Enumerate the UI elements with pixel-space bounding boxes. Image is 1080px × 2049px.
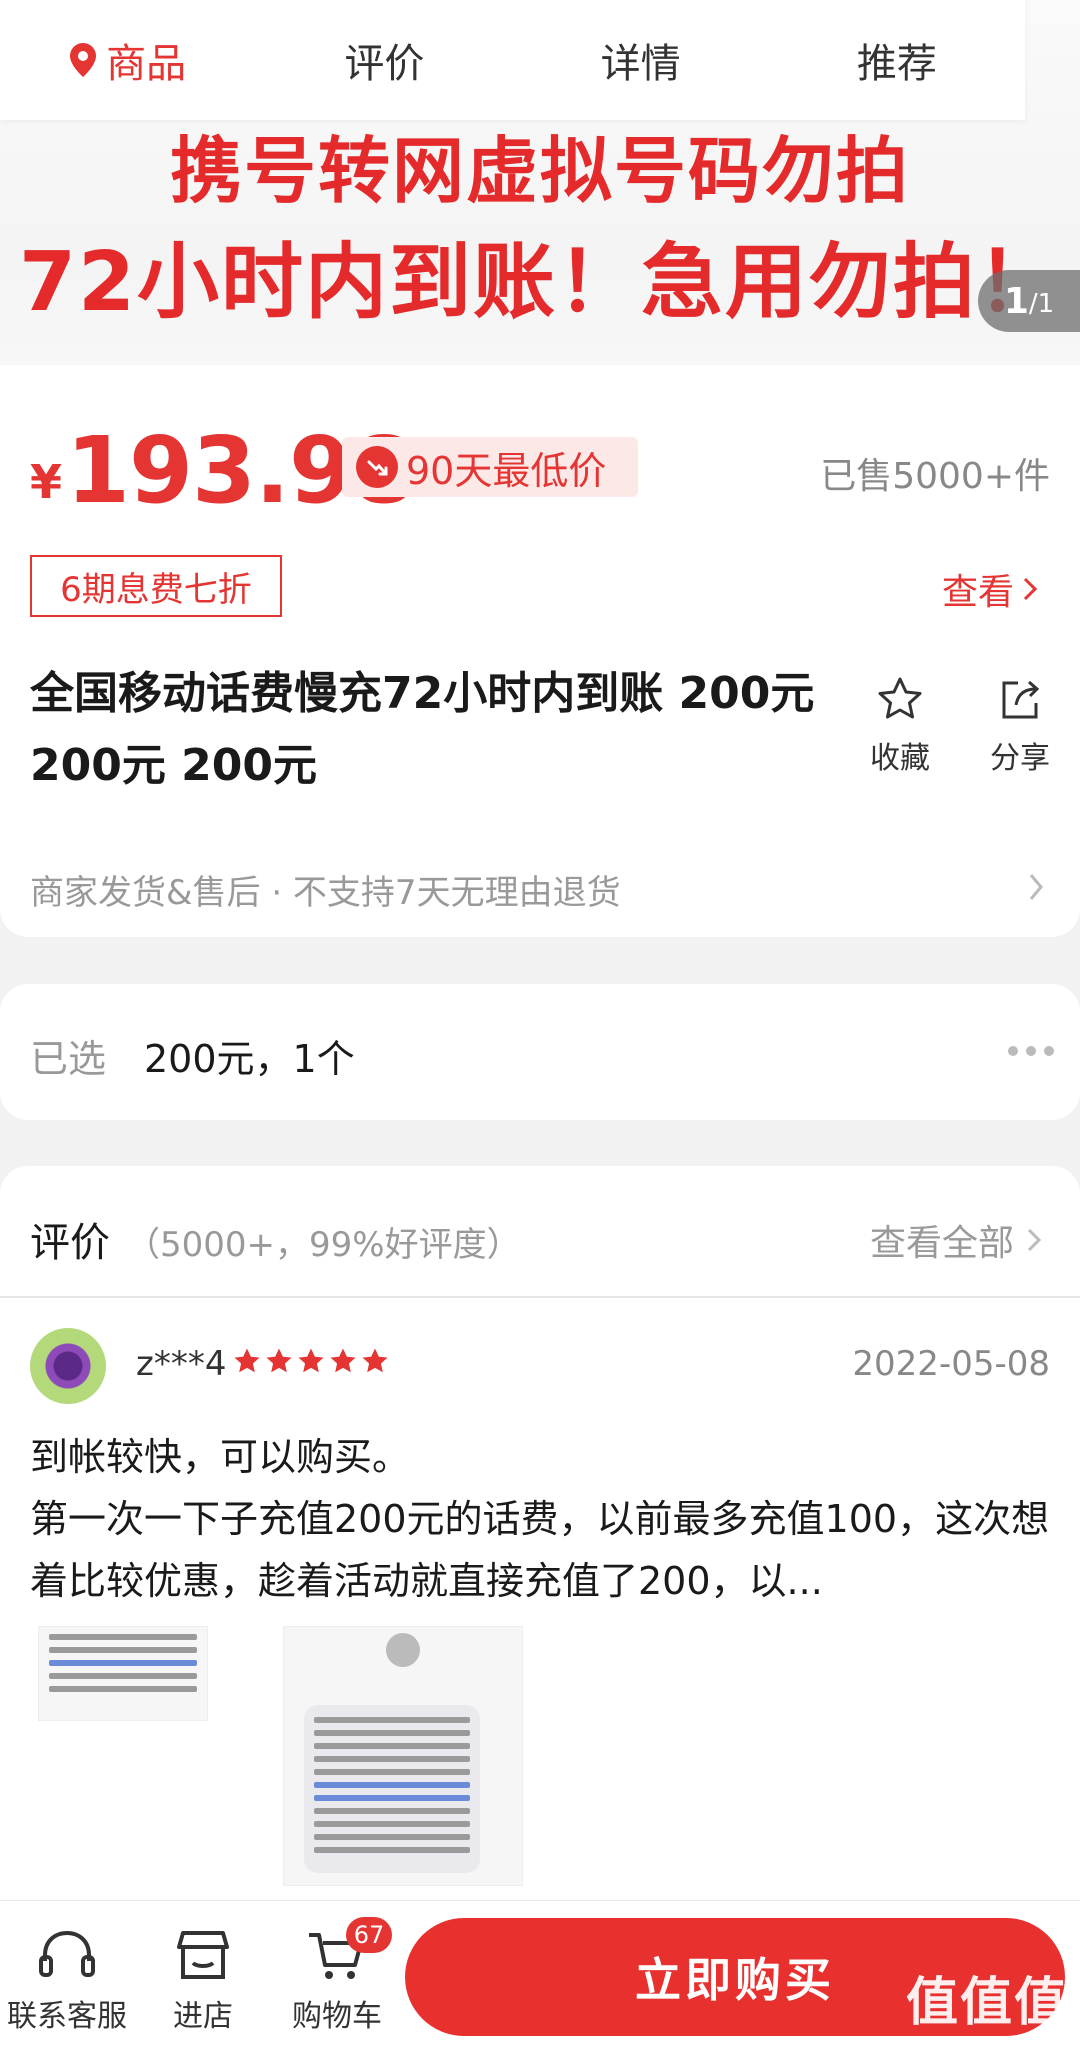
tab-details-label: 详情 bbox=[600, 41, 681, 87]
star-filled-icon bbox=[234, 1348, 260, 1373]
selected-spec-card[interactable]: 已选 200元，1个 bbox=[0, 984, 1080, 1120]
share-label: 分享 bbox=[990, 741, 1050, 776]
favorite-button[interactable]: 收藏 bbox=[850, 675, 950, 777]
star-filled-icon bbox=[362, 1348, 388, 1373]
share-button[interactable]: 分享 bbox=[970, 675, 1070, 777]
review-photo-2[interactable] bbox=[283, 1626, 523, 1886]
lowest-price-badge: 90天最低价 bbox=[342, 437, 638, 497]
reviews-card: 评价 （5000+，99%好评度） 查看全部 z***4 2022-05-08 … bbox=[0, 1166, 1080, 1926]
store-button[interactable]: 进店 bbox=[138, 1927, 268, 2035]
tab-product[interactable]: 商品 bbox=[0, 31, 256, 89]
product-info-card: ¥ 193.98 90天最低价 已售5000+件 6期息费七折 查看 全国移动话… bbox=[0, 365, 1080, 937]
review-username: z***4 bbox=[136, 1344, 227, 1384]
tab-recommend[interactable]: 推荐 bbox=[769, 31, 1025, 89]
shipping-policy[interactable]: 商家发货&售后 · 不支持7天无理由退货 bbox=[30, 865, 621, 914]
watermark-url: zhizhizhi.com bbox=[926, 2035, 1048, 2049]
customer-service-button[interactable]: 联系客服 bbox=[2, 1927, 132, 2035]
price-trend-icon bbox=[356, 446, 398, 488]
review-photo-1[interactable] bbox=[38, 1626, 208, 1721]
reviews-title: 评价 bbox=[30, 1220, 110, 1266]
tab-reviews-label: 评价 bbox=[344, 41, 425, 87]
sold-count: 已售5000+件 bbox=[820, 456, 1050, 497]
installment-tag[interactable]: 6期息费七折 bbox=[30, 555, 282, 617]
currency-symbol: ¥ bbox=[30, 455, 63, 509]
star-outline-icon bbox=[878, 677, 922, 719]
reviews-summary: （5000+，99%好评度） bbox=[126, 1225, 521, 1265]
banner-line-1: 携号转网虚拟号码勿拍 bbox=[169, 129, 910, 213]
favorite-label: 收藏 bbox=[870, 741, 930, 776]
review-date: 2022-05-08 bbox=[852, 1344, 1050, 1384]
chevron-right-icon bbox=[1027, 1228, 1042, 1252]
rating-stars bbox=[232, 1346, 390, 1376]
view-label: 查看 bbox=[941, 572, 1014, 613]
review-text: 到帐较快，可以购买。 第一次一下子充值200元的话费，以前最多充值100，这次想… bbox=[30, 1435, 1050, 1603]
customer-service-label: 联系客服 bbox=[7, 1999, 127, 2034]
chevron-right-icon bbox=[1023, 577, 1038, 601]
watermark: 值值值 zhizhizhi.com bbox=[906, 1960, 1068, 2049]
top-tab-bar: 商品 评价 详情 推荐 bbox=[0, 0, 1025, 120]
view-installment-link[interactable]: 查看 bbox=[942, 563, 1040, 615]
store-icon bbox=[177, 1931, 229, 1979]
location-pin-icon bbox=[70, 43, 97, 77]
divider bbox=[0, 1296, 1080, 1298]
pager-total: /1 bbox=[1028, 289, 1055, 319]
tab-recommend-label: 推荐 bbox=[856, 41, 937, 87]
selected-label: 已选 bbox=[30, 1037, 107, 1081]
headset-icon bbox=[39, 1930, 95, 1977]
cart-label: 购物车 bbox=[292, 1999, 382, 2034]
star-filled-icon bbox=[330, 1348, 356, 1373]
cart-button[interactable]: 购物车 67 bbox=[272, 1917, 402, 2035]
cart-count-badge: 67 bbox=[346, 1917, 392, 1953]
selected-value: 200元，1个 bbox=[144, 1037, 355, 1081]
store-label: 进店 bbox=[173, 1999, 233, 2034]
view-all-reviews-link[interactable]: 查看全部 bbox=[870, 1214, 1044, 1266]
tab-reviews[interactable]: 评价 bbox=[256, 31, 512, 89]
banner-line-2: 72小时内到账！急用勿拍！ bbox=[18, 235, 1062, 330]
view-all-label: 查看全部 bbox=[869, 1223, 1014, 1264]
image-pager: 1/1 bbox=[978, 270, 1080, 332]
tab-details[interactable]: 详情 bbox=[513, 31, 769, 89]
share-icon bbox=[1002, 680, 1040, 719]
product-page: 携号转网虚拟号码勿拍 72小时内到账！急用勿拍！ 1/1 商品 评价 详情 推荐… bbox=[0, 0, 1080, 2049]
watermark-logo: 值值值 bbox=[905, 1973, 1068, 2033]
tab-product-label: 商品 bbox=[106, 41, 187, 87]
chevron-right-icon bbox=[1029, 874, 1043, 900]
product-title: 全国移动话费慢充72小时内到账 200元 200元 200元 bbox=[30, 668, 815, 791]
star-filled-icon bbox=[266, 1348, 292, 1373]
avatar[interactable] bbox=[30, 1328, 106, 1404]
pager-current: 1 bbox=[1003, 280, 1029, 322]
more-options-icon[interactable] bbox=[1008, 1046, 1054, 1056]
reviews-header: 评价 （5000+，99%好评度） bbox=[30, 1210, 521, 1268]
star-filled-icon bbox=[298, 1348, 324, 1373]
lowest-price-text: 90天最低价 bbox=[406, 448, 607, 493]
